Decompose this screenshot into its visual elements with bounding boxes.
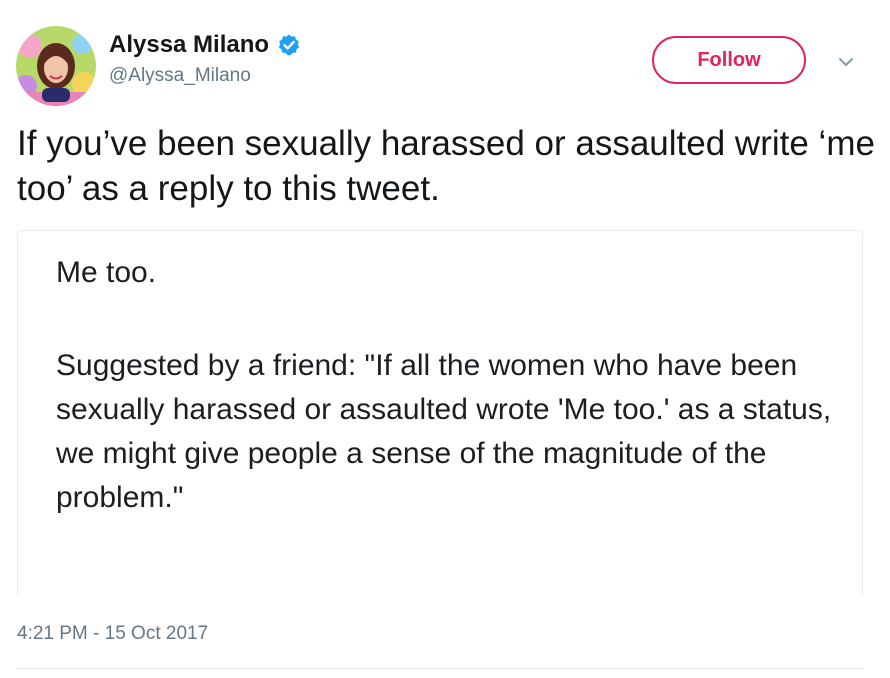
media-text-line: Me too.: [56, 256, 157, 289]
author-name-row: Alyssa Milano: [109, 30, 301, 60]
media-text-paragraph: Suggested by a friend: "If all the women…: [56, 349, 832, 514]
author-handle[interactable]: @Alyssa_Milano: [109, 64, 251, 88]
follow-button[interactable]: Follow: [652, 36, 806, 84]
author-name[interactable]: Alyssa Milano: [109, 30, 269, 60]
verified-badge-icon: [277, 33, 301, 57]
tweet-timestamp[interactable]: 4:21 PM - 15 Oct 2017: [17, 622, 208, 646]
chevron-down-icon[interactable]: [836, 52, 856, 72]
tweet-media-image[interactable]: Me too. Suggested by a friend: "If all t…: [17, 230, 863, 596]
divider: [17, 668, 863, 669]
avatar[interactable]: [16, 26, 96, 106]
tweet-text: If you’ve been sexually harassed or assa…: [17, 124, 875, 208]
